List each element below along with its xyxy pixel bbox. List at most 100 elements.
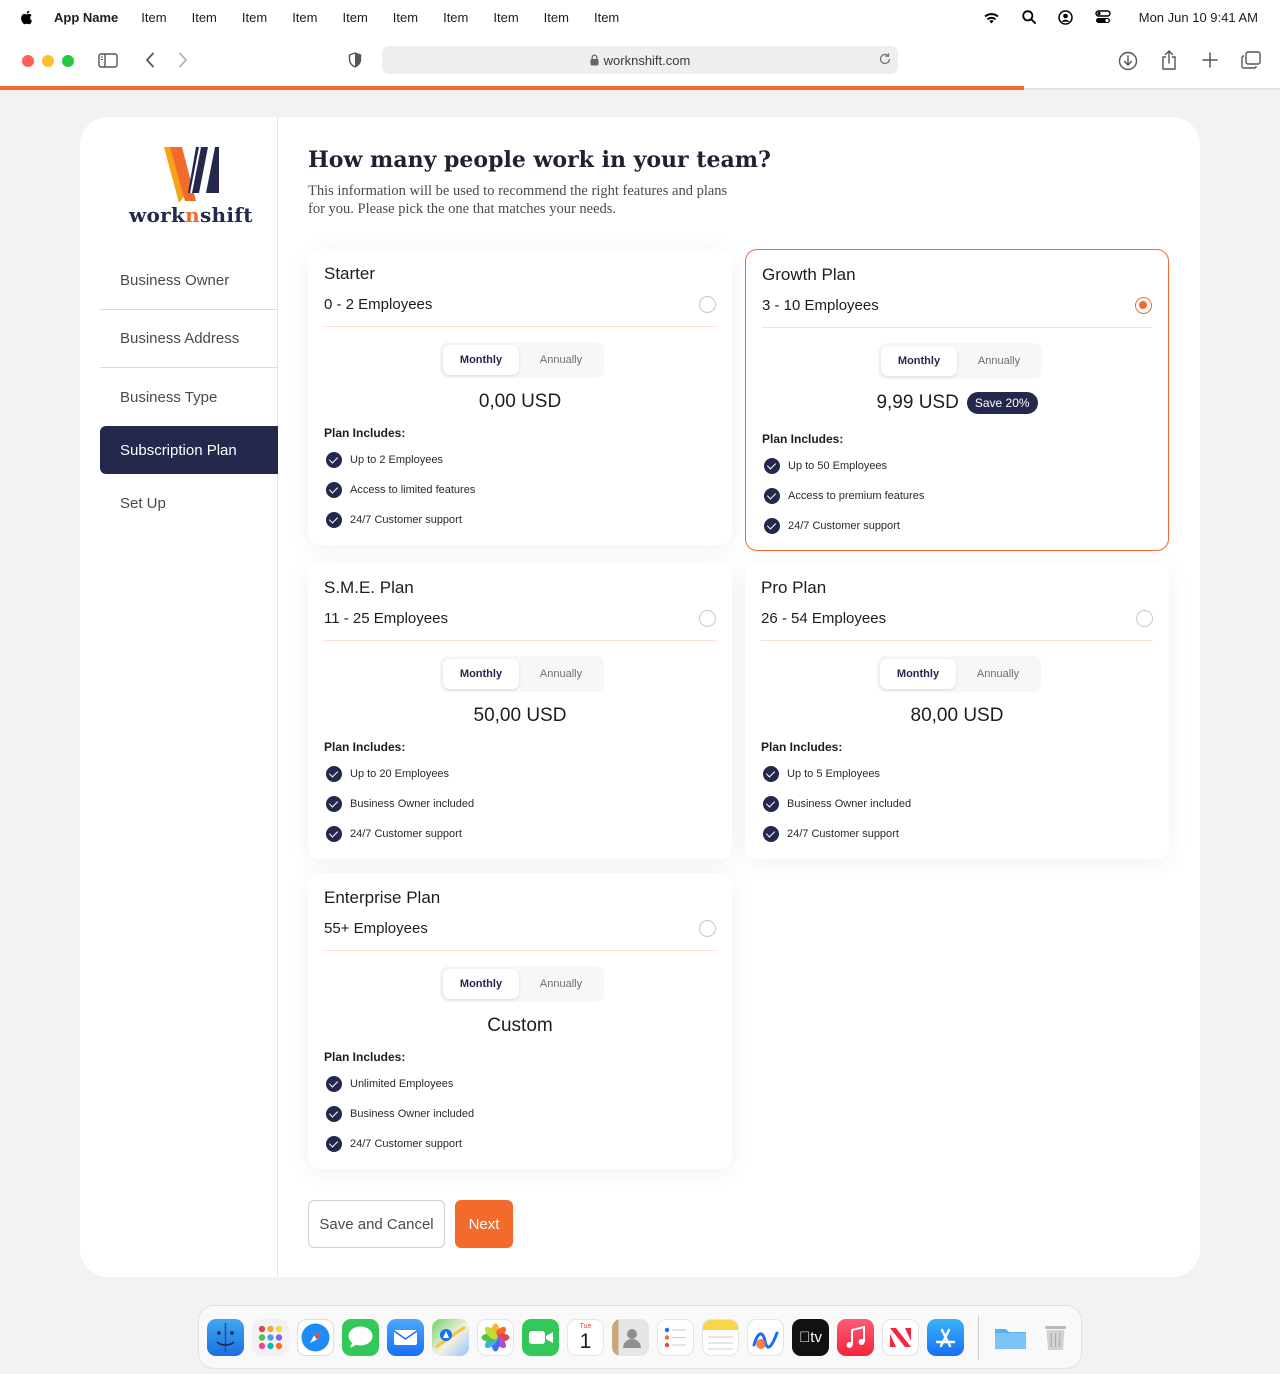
annually-option[interactable]: Annually <box>959 659 1037 689</box>
plan-radio-button[interactable] <box>699 610 716 627</box>
check-circle-icon <box>764 458 780 474</box>
sidebar-item-business-address[interactable]: Business Address <box>100 310 278 368</box>
check-circle-icon <box>326 1076 342 1092</box>
reload-icon[interactable] <box>878 52 892 66</box>
share-icon[interactable] <box>1160 49 1178 71</box>
photos-icon[interactable] <box>477 1319 514 1356</box>
plan-feature: Up to 50 Employees <box>764 458 887 474</box>
sidebar-item-set-up[interactable]: Set Up <box>100 474 278 532</box>
plan-name: Enterprise Plan <box>324 888 441 907</box>
annually-option[interactable]: Annually <box>960 346 1038 376</box>
back-icon[interactable] <box>145 52 155 68</box>
launchpad-icon[interactable] <box>252 1319 289 1356</box>
sidebar-item-business-owner[interactable]: Business Owner <box>100 252 278 310</box>
annually-option[interactable]: Annually <box>522 659 600 689</box>
wifi-icon[interactable] <box>983 11 1000 24</box>
address-bar[interactable]: worknshift.com <box>382 46 898 74</box>
billing-period-toggle: Monthly Annually <box>440 656 604 692</box>
plan-feature: 24/7 Customer support <box>764 518 900 534</box>
menu-item[interactable]: Item <box>192 10 217 25</box>
sidebar-item-business-type[interactable]: Business Type <box>100 368 278 426</box>
plan-feature: 24/7 Customer support <box>326 512 462 528</box>
menu-item[interactable]: Item <box>393 10 418 25</box>
annually-option[interactable]: Annually <box>522 969 600 999</box>
menu-item[interactable]: Item <box>242 10 267 25</box>
menu-item[interactable]: Item <box>443 10 468 25</box>
plan-employee-range: 3 - 10 Employees <box>762 297 879 314</box>
next-button[interactable]: Next <box>455 1200 513 1248</box>
close-window-button[interactable] <box>22 55 34 67</box>
trash-icon[interactable] <box>1037 1319 1074 1356</box>
plan-divider <box>324 640 716 641</box>
contacts-icon[interactable] <box>612 1319 649 1356</box>
apple-icon[interactable] <box>18 8 36 26</box>
messages-icon[interactable] <box>342 1319 379 1356</box>
mail-icon[interactable] <box>387 1319 424 1356</box>
plan-feature: Access to limited features <box>326 482 475 498</box>
plan-radio-button[interactable] <box>699 296 716 313</box>
plan-radio-button-selected[interactable] <box>1135 297 1152 314</box>
calendar-icon[interactable]: Tue 1 <box>567 1319 604 1356</box>
onboarding-card: worknshift Business Owner Business Addre… <box>80 117 1200 1277</box>
maps-icon[interactable] <box>432 1319 469 1356</box>
sidebar-item-subscription-plan[interactable]: Subscription Plan <box>100 426 278 474</box>
privacy-shield-icon[interactable] <box>348 52 362 68</box>
monthly-option[interactable]: Monthly <box>881 346 957 376</box>
menu-item[interactable]: Item <box>544 10 569 25</box>
plan-radio-button[interactable] <box>699 920 716 937</box>
check-circle-icon <box>326 512 342 528</box>
plan-feature: Up to 20 Employees <box>326 766 449 782</box>
plan-feature: Access to premium features <box>764 488 924 504</box>
menu-item[interactable]: Item <box>493 10 518 25</box>
billing-period-toggle: Monthly Annually <box>877 656 1041 692</box>
reminders-icon[interactable] <box>657 1319 694 1356</box>
lock-icon <box>590 54 599 66</box>
finder-icon[interactable] <box>207 1319 244 1356</box>
save-and-cancel-button[interactable]: Save and Cancel <box>308 1200 445 1248</box>
plan-card-growth[interactable]: Growth Plan 3 - 10 Employees Monthly Ann… <box>745 249 1169 551</box>
plan-card-sme[interactable]: S.M.E. Plan 11 - 25 Employees Monthly An… <box>308 563 732 859</box>
zoom-window-button[interactable] <box>62 55 74 67</box>
plan-employee-range: 55+ Employees <box>324 920 428 937</box>
plan-radio-button[interactable] <box>1136 610 1153 627</box>
plan-feature: 24/7 Customer support <box>326 826 462 842</box>
menu-item[interactable]: Item <box>342 10 367 25</box>
menu-bar-clock[interactable]: Mon Jun 10 9:41 AM <box>1139 10 1258 25</box>
plan-card-pro[interactable]: Pro Plan 26 - 54 Employees Monthly Annua… <box>745 563 1169 859</box>
monthly-option[interactable]: Monthly <box>443 969 519 999</box>
user-account-icon[interactable] <box>1058 9 1073 25</box>
menu-item[interactable]: Item <box>292 10 317 25</box>
search-icon[interactable] <box>1022 10 1036 24</box>
tv-icon[interactable]: tv <box>792 1319 829 1356</box>
minimize-window-button[interactable] <box>42 55 54 67</box>
annually-option[interactable]: Annually <box>522 345 600 375</box>
news-icon[interactable] <box>882 1319 919 1356</box>
monthly-option[interactable]: Monthly <box>443 659 519 689</box>
plan-feature: Up to 5 Employees <box>763 766 880 782</box>
sidebar-toggle-icon[interactable] <box>98 53 118 68</box>
page-load-progress-bar <box>0 86 1024 90</box>
forward-icon[interactable] <box>178 52 188 68</box>
app-store-icon[interactable] <box>927 1319 964 1356</box>
control-center-icon[interactable] <box>1095 10 1111 24</box>
menu-item[interactable]: Item <box>594 10 619 25</box>
facetime-icon[interactable] <box>522 1319 559 1356</box>
plan-feature: Business Owner included <box>763 796 911 812</box>
downloads-icon[interactable] <box>1118 51 1138 71</box>
url-text: worknshift.com <box>603 52 691 68</box>
tab-overview-icon[interactable] <box>1241 51 1261 69</box>
freeform-icon[interactable] <box>747 1319 784 1356</box>
plan-card-starter[interactable]: Starter 0 - 2 Employees Monthly Annually… <box>308 249 732 545</box>
plan-card-enterprise[interactable]: Enterprise Plan 55+ Employees Monthly An… <box>308 873 732 1169</box>
monthly-option[interactable]: Monthly <box>880 659 956 689</box>
check-circle-icon <box>326 482 342 498</box>
new-tab-icon[interactable] <box>1202 52 1218 68</box>
menu-item[interactable]: Item <box>141 10 166 25</box>
folder-icon[interactable] <box>992 1319 1029 1356</box>
app-name-menu[interactable]: App Name <box>54 10 118 25</box>
safari-icon[interactable] <box>297 1319 334 1356</box>
notes-icon[interactable] <box>702 1319 739 1356</box>
plan-name: Pro Plan <box>761 578 827 597</box>
music-icon[interactable] <box>837 1319 874 1356</box>
monthly-option[interactable]: Monthly <box>443 345 519 375</box>
